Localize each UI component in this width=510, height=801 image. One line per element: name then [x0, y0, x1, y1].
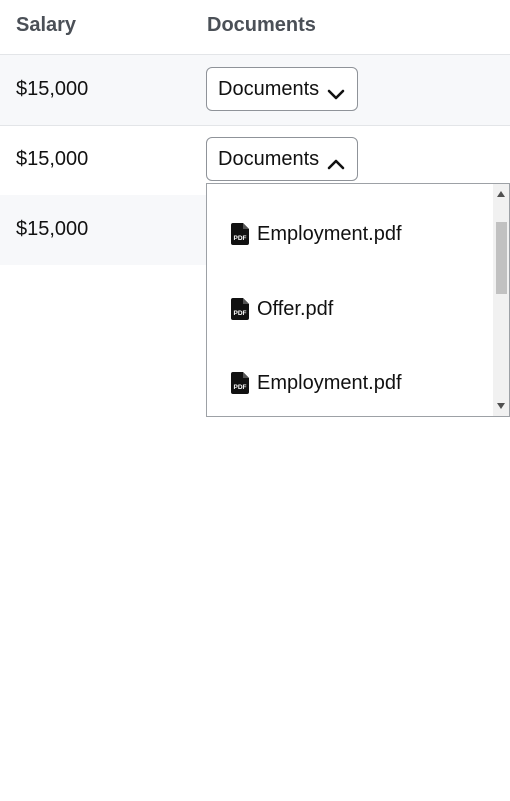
document-item-label: Offer.pdf — [257, 297, 334, 320]
scroll-up-arrow-icon[interactable] — [493, 186, 509, 202]
table-row: $15,000 Documents — [0, 55, 510, 126]
documents-button-label: Documents — [218, 147, 320, 170]
svg-text:PDF: PDF — [234, 235, 247, 242]
pdf-file-icon: PDF — [231, 372, 249, 394]
documents-button-label: Documents — [218, 77, 320, 100]
document-item-label: Employment.pdf — [257, 222, 402, 245]
salary-cell: $15,000 — [16, 148, 89, 170]
page: Salary Documents $15,000 Documents $15,0… — [0, 0, 510, 801]
documents-dropdown-button[interactable]: Documents — [206, 67, 358, 111]
salary-cell: $15,000 — [16, 218, 89, 240]
pdf-file-icon: PDF — [231, 223, 249, 245]
svg-text:PDF: PDF — [234, 384, 247, 391]
chevron-down-icon — [327, 83, 345, 100]
table-header: Salary Documents — [0, 0, 510, 55]
document-item-label: Employment.pdf — [257, 371, 402, 394]
documents-dropdown-button[interactable]: Documents — [206, 137, 358, 181]
salary-cell: $15,000 — [16, 78, 89, 100]
documents-dropdown-list[interactable]: PDF Employment.pdf PDF Offer.pdf PDF Emp… — [206, 183, 510, 417]
document-item[interactable]: PDF Employment.pdf — [231, 368, 402, 398]
scroll-down-arrow-icon[interactable] — [493, 398, 509, 414]
documents-column-header: Documents — [207, 14, 316, 36]
document-item[interactable]: PDF Offer.pdf — [231, 294, 333, 324]
pdf-file-icon: PDF — [231, 298, 249, 320]
svg-text:PDF: PDF — [234, 310, 247, 317]
dropdown-scrollbar[interactable] — [493, 184, 509, 416]
document-item[interactable]: PDF Employment.pdf — [231, 219, 402, 249]
chevron-up-icon — [327, 153, 345, 170]
salary-column-header: Salary — [16, 14, 77, 36]
scrollbar-thumb[interactable] — [496, 222, 507, 294]
